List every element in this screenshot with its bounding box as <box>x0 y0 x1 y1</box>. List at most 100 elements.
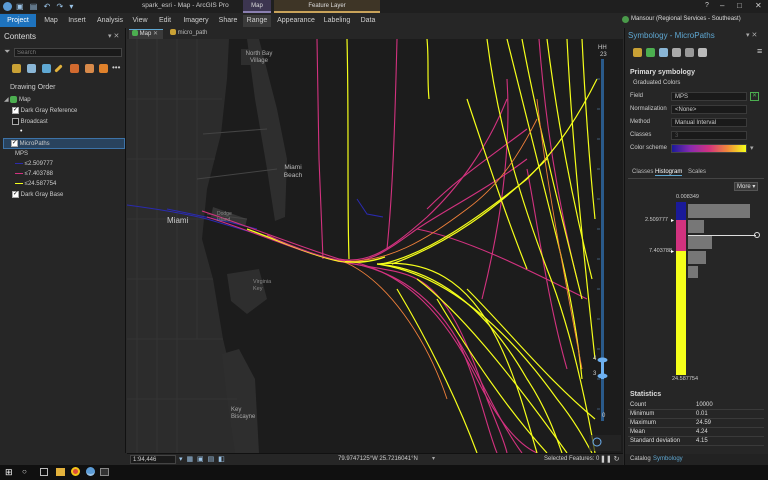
menu-icon[interactable]: ≡ <box>757 46 762 56</box>
task-view-icon[interactable] <box>40 468 48 476</box>
list-by-source-icon[interactable] <box>27 64 36 73</box>
file-explorer-icon[interactable] <box>56 468 65 476</box>
tab-data[interactable]: Data <box>358 15 378 27</box>
expand-arrow-icon[interactable]: ◢ <box>4 97 9 103</box>
more-options-icon[interactable]: ••• <box>112 63 120 72</box>
quick-access-toolbar[interactable]: ▣ ▤ ↶ ↷ ▾ <box>16 2 80 11</box>
visibility-checkbox[interactable]: ✓ <box>12 190 19 198</box>
tab-edit[interactable]: Edit <box>156 15 174 27</box>
selected-features: Selected Features: 0 <box>544 456 600 462</box>
field-dropdown[interactable]: MPS <box>671 92 747 101</box>
color-scheme-settings-icon[interactable]: ▾ <box>750 144 754 152</box>
layer-dark-gray-base[interactable]: ✓ Dark Gray Base <box>12 190 63 200</box>
normalization-dropdown[interactable]: <None> <box>671 105 747 114</box>
tab-range[interactable]: Range <box>243 15 271 27</box>
tab-imagery[interactable]: Imagery <box>182 15 210 27</box>
break-value-2[interactable]: 7.403788 <box>649 248 672 254</box>
pane-options-icon[interactable]: ▾ ✕ <box>746 31 757 39</box>
histogram-bin <box>688 220 704 233</box>
legend-swatch-2 <box>15 172 23 174</box>
arcgis-pro-icon[interactable] <box>86 467 95 476</box>
chrome-icon[interactable] <box>71 467 80 476</box>
tab-histogram[interactable]: Histogram <box>655 169 683 176</box>
stat-row-maximum: Maximum 24.59 <box>628 419 764 428</box>
tab-map-view[interactable]: Map ✕ <box>129 29 163 39</box>
method-label: Method <box>630 119 651 125</box>
layer-map[interactable]: ◢ Map <box>4 95 31 105</box>
visibility-checkbox[interactable]: ✓ <box>12 106 19 114</box>
method-dropdown[interactable]: Manual Interval <box>671 118 747 127</box>
tab-view[interactable]: View <box>131 15 149 27</box>
break-handle-1[interactable]: ▸ <box>671 217 674 224</box>
search-input[interactable] <box>14 48 122 57</box>
list-by-charts-icon[interactable] <box>99 64 108 73</box>
window-title: spark_esri - Map - ArcGIS Pro <box>142 2 229 9</box>
status-tools[interactable]: ▾ ▦ ▣ ▤ ◧ <box>179 455 226 463</box>
close-button[interactable]: ✕ <box>755 1 762 10</box>
time-slider-min: 0 <box>602 413 606 419</box>
maximize-button[interactable]: □ <box>737 1 742 10</box>
layer-micropaths[interactable]: ✓ MicroPaths <box>3 138 125 149</box>
tab-catalog[interactable]: Catalog <box>630 456 651 462</box>
scale-symbology-icon[interactable] <box>698 48 707 57</box>
scale-selector[interactable]: 1:94,446 <box>130 455 176 464</box>
visibility-checkbox[interactable] <box>12 117 19 125</box>
tab-scales[interactable]: Scales <box>688 169 706 175</box>
legend-class-2: ≤7.403788 <box>15 169 53 179</box>
title-bar: ▣ ▤ ↶ ↷ ▾ spark_esri - Map - ArcGIS Pro … <box>0 0 768 13</box>
broadcast-symbol: • <box>20 128 23 135</box>
symbology-method-dropdown[interactable]: Graduated Colors <box>630 79 745 88</box>
user-account[interactable]: Mansour (Regional Services - Southeast) <box>631 16 741 22</box>
tab-project[interactable]: Project <box>0 14 36 27</box>
histogram-bin <box>688 266 698 278</box>
list-by-snapping-icon[interactable] <box>70 64 79 73</box>
terminal-icon[interactable] <box>100 468 109 476</box>
primary-symbology-icon[interactable] <box>633 48 642 57</box>
pause-drawing-button[interactable]: ❚❚ ↻ <box>600 455 620 463</box>
tab-share[interactable]: Share <box>217 15 239 27</box>
list-by-labeling-icon[interactable] <box>85 64 94 73</box>
help-button[interactable]: ? <box>705 2 709 9</box>
list-by-selection-icon[interactable] <box>42 64 51 73</box>
tab-analysis[interactable]: Analysis <box>96 15 124 27</box>
color-scheme-dropdown[interactable] <box>671 144 747 153</box>
expression-icon[interactable]: ✕ <box>750 92 759 101</box>
filter-icon[interactable]: ⏷ <box>4 48 12 56</box>
layer-dark-gray-reference[interactable]: ✓ Dark Gray Reference <box>12 106 77 116</box>
class-bar-1[interactable] <box>676 202 686 220</box>
mean-line <box>688 235 756 236</box>
filter-symbology-icon[interactable] <box>685 48 694 57</box>
tab-labeling[interactable]: Labeling <box>322 15 352 27</box>
break-value-1[interactable]: 2.509777 <box>645 217 668 223</box>
minimize-button[interactable]: – <box>720 1 724 10</box>
start-icon[interactable]: ⊞ <box>5 468 14 477</box>
list-by-drawing-order-icon[interactable] <box>12 64 21 73</box>
tab-appearance[interactable]: Appearance <box>276 15 316 27</box>
search-icon[interactable]: ○ <box>22 467 27 476</box>
more-button[interactable]: More ▾ <box>734 182 758 191</box>
tab-symbology[interactable]: Symbology <box>653 456 683 462</box>
classes-dropdown[interactable]: 3 <box>671 131 747 140</box>
class-bar-3[interactable] <box>676 251 686 375</box>
symbol-properties-icon[interactable] <box>672 48 681 57</box>
histogram-panel: 0.008349 2.509777 ▸ 7.403788 ▸ 24.587754 <box>628 192 764 384</box>
visibility-checkbox[interactable]: ✓ <box>11 139 18 147</box>
pane-options-icon[interactable]: ▾ ✕ <box>108 32 119 40</box>
map-view[interactable]: Map ✕ micro_path North Bay Village Miami… <box>127 28 623 453</box>
contents-pane: Contents ▾ ✕ ⏷ ••• Drawing Order ◢ Map ✓… <box>0 28 126 453</box>
break-handle-2[interactable]: ▸ <box>671 248 674 255</box>
close-tab-icon[interactable]: ✕ <box>153 31 158 37</box>
tab-map[interactable]: Map <box>40 15 62 27</box>
classes-label: Classes <box>630 132 652 138</box>
symbol-layers-icon[interactable] <box>659 48 668 57</box>
layer-broadcast[interactable]: Broadcast <box>12 117 48 127</box>
coordinate-dropdown-icon[interactable]: ▾ <box>432 455 435 462</box>
tab-classes[interactable]: Classes <box>632 169 653 175</box>
list-by-editing-icon[interactable] <box>54 64 63 73</box>
vary-symbology-icon[interactable] <box>646 48 655 57</box>
tab-micro-path[interactable]: micro_path <box>167 29 215 39</box>
mean-handle[interactable] <box>754 232 760 238</box>
tab-insert[interactable]: Insert <box>66 15 88 27</box>
map-canvas[interactable]: North Bay Village Miami Beach Miami Dodge I… <box>127 39 623 453</box>
class-bar-2[interactable] <box>676 220 686 251</box>
